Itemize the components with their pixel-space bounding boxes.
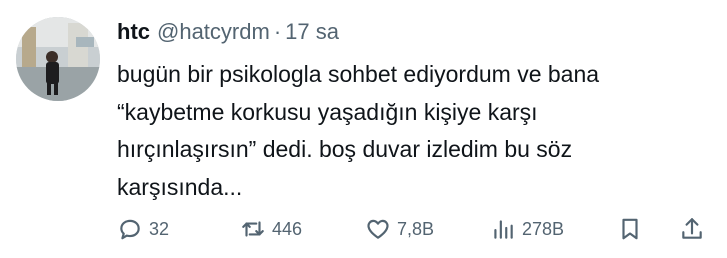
share-icon [682, 218, 702, 239]
avatar-image [16, 17, 100, 101]
views-button[interactable]: 278B [490, 212, 564, 246]
reply-icon [120, 219, 140, 240]
retweet-icon [242, 221, 264, 237]
tweet-text-line: karşısında... [117, 173, 243, 200]
retweet-count: 446 [272, 218, 303, 239]
tweet-text: bugün bir psikologla sohbet ediyordum ve… [117, 56, 717, 206]
views-icon [494, 220, 513, 239]
action-bar: 32 446 7,8B 278B [117, 212, 717, 246]
bookmark-button[interactable] [617, 212, 643, 246]
tweet[interactable]: htc @hatcyrdm · 17 sa bugün bir psikolog… [0, 0, 727, 258]
avatar[interactable] [16, 17, 100, 101]
timestamp[interactable]: 17 sa [285, 17, 339, 47]
views-count: 278B [522, 218, 565, 239]
user-handle[interactable]: @hatcyrdm [157, 17, 270, 47]
bookmark-icon [622, 218, 638, 240]
display-name[interactable]: htc [117, 17, 150, 47]
tweet-text-line: “kaybetme korkusu yaşadığın kişiye karşı [117, 98, 538, 125]
separator-dot: · [273, 19, 282, 44]
like-count: 7,8B [397, 218, 435, 239]
like-button[interactable]: 7,8B [365, 212, 434, 246]
reply-count: 32 [149, 218, 170, 239]
tweet-header: htc @hatcyrdm · 17 sa [117, 17, 339, 47]
tweet-text-line: bugün bir psikologla sohbet ediyordum ve… [117, 61, 600, 87]
retweet-button[interactable]: 446 [240, 212, 302, 246]
heart-icon [367, 219, 389, 239]
tweet-text-line: hırçınlaşırsın” dedi. boş duvar izledim … [117, 136, 573, 162]
share-button[interactable] [679, 212, 705, 246]
reply-button[interactable]: 32 [117, 212, 169, 246]
